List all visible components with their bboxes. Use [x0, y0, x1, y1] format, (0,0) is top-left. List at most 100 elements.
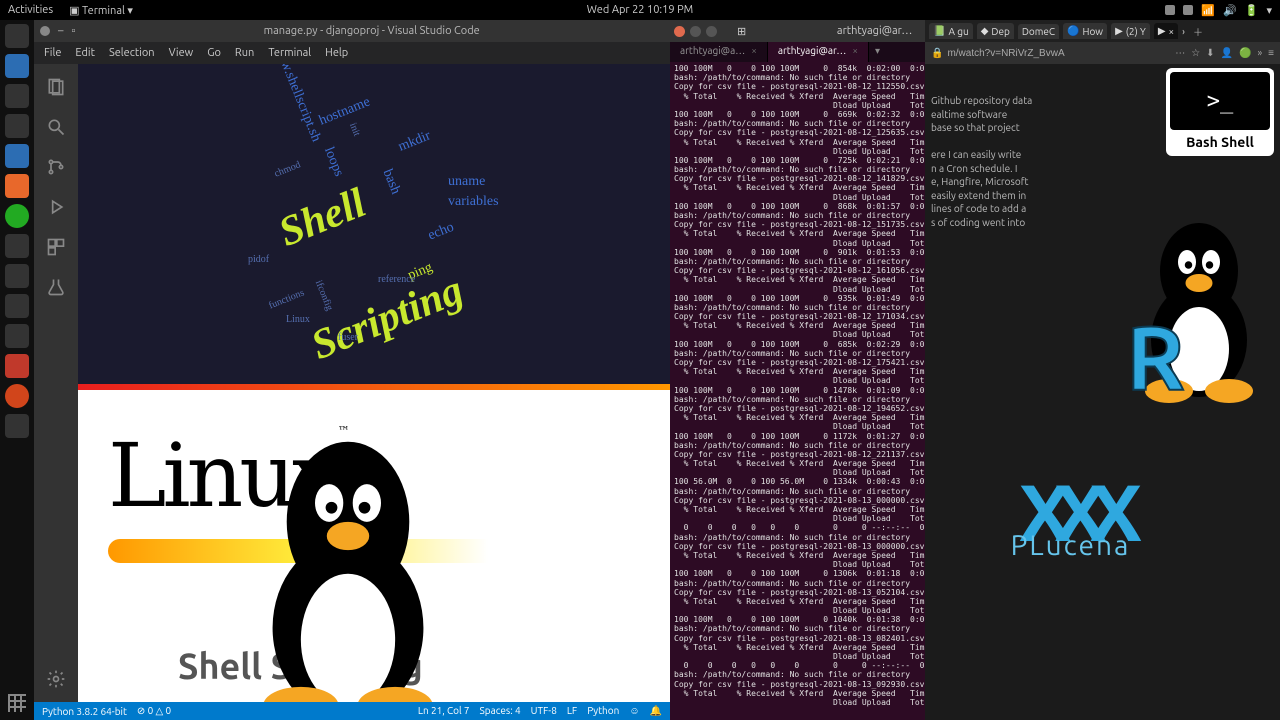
vscode-menubar: File Edit Selection View Go Run Terminal… — [34, 42, 670, 64]
browser-tab-3[interactable]: 🔵 How — [1063, 23, 1107, 39]
dock-app-files[interactable] — [5, 84, 29, 108]
dock-app-obs[interactable] — [5, 24, 29, 48]
wc-linux: Linux — [286, 314, 310, 325]
tab-add-icon[interactable]: ▾ — [869, 42, 886, 62]
dock-app-terminal[interactable] — [5, 294, 29, 318]
explorer-icon[interactable] — [45, 76, 67, 98]
dock-app-music[interactable] — [5, 324, 29, 348]
dock-app-parrot[interactable] — [5, 384, 29, 408]
window-close-icon[interactable] — [40, 26, 50, 36]
gear-icon[interactable] — [45, 668, 67, 690]
terminal-newwindow-icon[interactable]: ⊞ — [737, 25, 746, 38]
menu-help[interactable]: Help — [325, 47, 348, 59]
tab-close-icon[interactable]: × — [1169, 26, 1175, 37]
tux-r-logo: R — [1124, 182, 1274, 432]
dock-app-popcorn[interactable] — [5, 354, 29, 378]
terminal-minimize-icon[interactable] — [690, 26, 701, 37]
browser-tab-2[interactable]: DomeC — [1018, 24, 1059, 39]
wc-echo: echo — [426, 220, 457, 245]
terminal-tab-1[interactable]: arthtyagi@ar…× — [768, 42, 869, 62]
bash-shell-card: >_ Bash Shell — [1166, 68, 1274, 156]
menu-view[interactable]: View — [169, 47, 194, 59]
extensions-icon[interactable] — [45, 236, 67, 258]
wc-reference: reference — [378, 274, 415, 285]
indicator-network-icon[interactable]: 📶 — [1201, 4, 1215, 17]
indicator-rain-icon[interactable] — [1183, 5, 1193, 15]
browser-urlbar: 🔒 ⋯ ☆ ⬇ 👤 🟢 » ≡ — [925, 42, 1280, 64]
status-spaces[interactable]: Spaces: 4 — [480, 705, 521, 717]
menu-file[interactable]: File — [44, 47, 61, 59]
status-python[interactable]: Python 3.8.2 64-bit — [42, 706, 127, 717]
wordcloud-image: Shell Scripting www.shellscript.sh ping … — [78, 64, 670, 384]
wc-mkdir: mkdir — [396, 128, 433, 155]
wc-variables: variables — [448, 194, 499, 210]
indicator-volume-icon[interactable]: 🔊 — [1223, 4, 1237, 17]
reader-icon[interactable]: ⋯ — [1175, 47, 1185, 59]
shield-icon[interactable]: » — [1257, 47, 1262, 59]
vscode-window: – ▫ manage.py - djangoproj - Visual Stud… — [34, 20, 670, 720]
indicator-shield-icon[interactable] — [1165, 5, 1175, 15]
browser-tab-1[interactable]: ◆ Dep — [977, 23, 1014, 39]
window-maximize-icon[interactable]: ▫ — [71, 25, 75, 37]
menu-edit[interactable]: Edit — [75, 47, 95, 59]
menu-run[interactable]: Run — [235, 47, 254, 59]
menu-icon[interactable]: ≡ — [1268, 47, 1274, 59]
dock-app-misc1[interactable] — [5, 234, 29, 258]
browser-tab-4[interactable]: ▶ (2) Y — [1111, 23, 1150, 39]
panel-clock[interactable]: Wed Apr 22 10:19 PM — [587, 4, 693, 16]
indicator-battery-icon[interactable]: 🔋 — [1245, 4, 1259, 17]
extension-icon[interactable]: 🟢 — [1239, 47, 1251, 59]
menu-terminal[interactable]: Terminal — [268, 47, 311, 59]
source-control-icon[interactable] — [45, 156, 67, 178]
test-icon[interactable] — [45, 276, 67, 298]
dock-app-onlyoffice[interactable] — [5, 54, 29, 78]
activities-button[interactable]: Activities — [8, 4, 53, 17]
dock-app-todo[interactable] — [5, 114, 29, 138]
url-input[interactable] — [947, 48, 1175, 59]
menu-go[interactable]: Go — [207, 47, 221, 59]
browser-tab-0[interactable]: 📗 A gu — [929, 23, 973, 39]
star-icon[interactable]: ☆ — [1191, 47, 1200, 59]
status-feedback-icon[interactable]: ☺ — [629, 705, 639, 717]
tab-close-icon[interactable]: × — [751, 45, 757, 56]
wc-chmod: chmod — [273, 159, 302, 179]
indicator-power-icon[interactable]: ▾ — [1266, 4, 1272, 17]
status-lang[interactable]: Python — [587, 705, 619, 717]
tab-scroll-icon[interactable]: › — [1182, 26, 1185, 37]
terminal-tab-0[interactable]: arthtyagi@a…× — [670, 42, 768, 62]
dock-app-spotify[interactable] — [5, 204, 29, 228]
editor-area[interactable]: Shell Scripting www.shellscript.sh ping … — [78, 64, 670, 702]
vscode-statusbar: Python 3.8.2 64-bit ⊘ 0 △ 0 Ln 21, Col 7… — [34, 702, 670, 720]
vscode-titlebar: – ▫ manage.py - djangoproj - Visual Stud… — [34, 20, 670, 42]
lock-icon[interactable]: 🔒 — [931, 47, 943, 59]
dock-app-usb[interactable] — [5, 414, 29, 438]
tab-add-icon[interactable]: ＋ — [1189, 24, 1207, 39]
dock — [0, 20, 34, 720]
dock-app-misc2[interactable] — [5, 264, 29, 288]
status-enc[interactable]: UTF-8 — [531, 705, 557, 717]
dock-app-vscode[interactable] — [5, 144, 29, 168]
terminal-close-icon[interactable] — [674, 26, 685, 37]
debug-icon[interactable] — [45, 196, 67, 218]
search-icon[interactable] — [45, 116, 67, 138]
account-icon[interactable]: 👤 — [1221, 47, 1233, 59]
bash-prompt-icon: >_ — [1170, 72, 1270, 130]
dock-app-firefox[interactable] — [5, 174, 29, 198]
show-applications-icon[interactable] — [8, 694, 26, 712]
status-ln[interactable]: Ln 21, Col 7 — [418, 705, 470, 717]
linux-banner-image: Linux™ Shell Scripting ✕ — [78, 384, 670, 702]
terminal-maximize-icon[interactable] — [706, 26, 717, 37]
tab-close-icon[interactable]: × — [852, 45, 858, 56]
terminal-menu[interactable]: ▣ Terminal ▾ — [69, 4, 133, 17]
menu-selection[interactable]: Selection — [109, 47, 155, 59]
browser-window: 📗 A gu ◆ Dep DomeC 🔵 How ▶ (2) Y ▶ × › ＋… — [925, 20, 1280, 720]
wc-bash: bash — [379, 167, 403, 197]
window-minimize-icon[interactable]: – — [58, 25, 63, 37]
status-eol[interactable]: LF — [567, 705, 577, 717]
top-panel: Activities ▣ Terminal ▾ Wed Apr 22 10:19… — [0, 0, 1280, 20]
download-icon[interactable]: ⬇ — [1206, 47, 1214, 59]
status-problems[interactable]: ⊘ 0 △ 0 — [137, 705, 171, 717]
browser-tab-5[interactable]: ▶ × — [1154, 23, 1178, 39]
status-bell-icon[interactable]: 🔔 — [650, 705, 662, 717]
activity-bar — [34, 64, 78, 702]
